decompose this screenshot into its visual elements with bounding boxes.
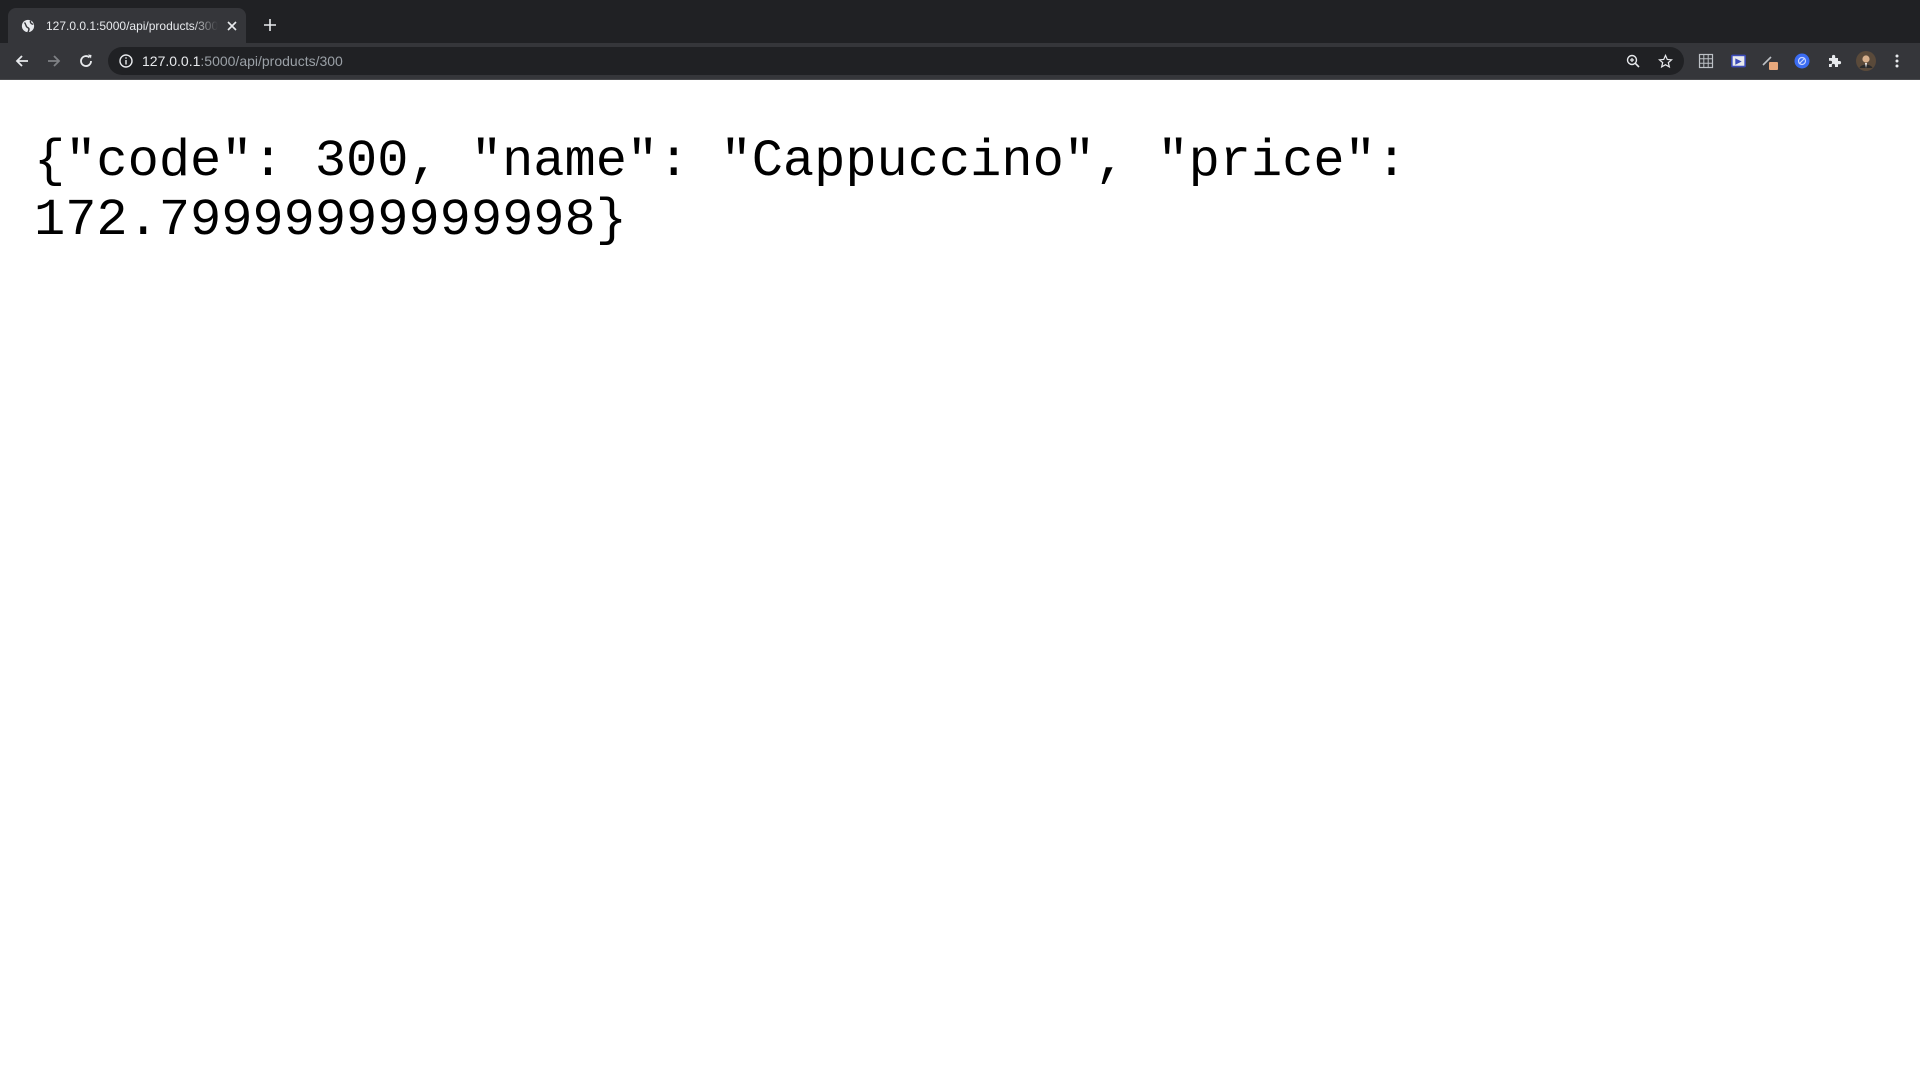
puzzle-icon[interactable] <box>1824 51 1844 71</box>
star-icon[interactable] <box>1657 53 1673 69</box>
plus-icon[interactable] <box>260 15 280 35</box>
browser-window: 127.0.0.1:5000/api/products/300 127.0.0.… <box>0 0 1920 1080</box>
back-arrow-icon[interactable] <box>12 51 32 71</box>
url-text: 127.0.0.1:5000/api/products/300 <box>142 53 343 69</box>
json-response-body: {"code": 300, "name": "Cappuccino", "pri… <box>34 132 1439 250</box>
close-icon[interactable] <box>224 18 240 34</box>
zoom-icon[interactable] <box>1625 53 1641 69</box>
tab-strip: 127.0.0.1:5000/api/products/300 <box>0 0 1920 43</box>
globe-icon <box>20 18 36 34</box>
color-picker-extension-icon[interactable] <box>1760 51 1780 71</box>
page-content: {"code": 300, "name": "Cappuccino", "pri… <box>0 80 1920 1080</box>
forward-arrow-icon[interactable] <box>44 51 64 71</box>
kebab-menu-icon[interactable] <box>1887 51 1907 71</box>
reload-icon[interactable] <box>76 51 96 71</box>
tab-active[interactable]: 127.0.0.1:5000/api/products/300 <box>8 8 246 43</box>
info-icon[interactable] <box>118 53 134 69</box>
grid-extension-icon[interactable] <box>1696 51 1716 71</box>
tab-title: 127.0.0.1:5000/api/products/300 <box>46 18 218 33</box>
profile-avatar-icon[interactable] <box>1856 51 1876 71</box>
address-bar[interactable]: 127.0.0.1:5000/api/products/300 <box>108 47 1684 75</box>
url-path: :5000/api/products/300 <box>200 53 343 69</box>
toolbar: 127.0.0.1:5000/api/products/300 <box>0 43 1920 79</box>
url-host: 127.0.0.1 <box>142 53 201 69</box>
blue-circle-extension-icon[interactable] <box>1792 51 1812 71</box>
screen-capture-extension-icon[interactable] <box>1728 51 1748 71</box>
